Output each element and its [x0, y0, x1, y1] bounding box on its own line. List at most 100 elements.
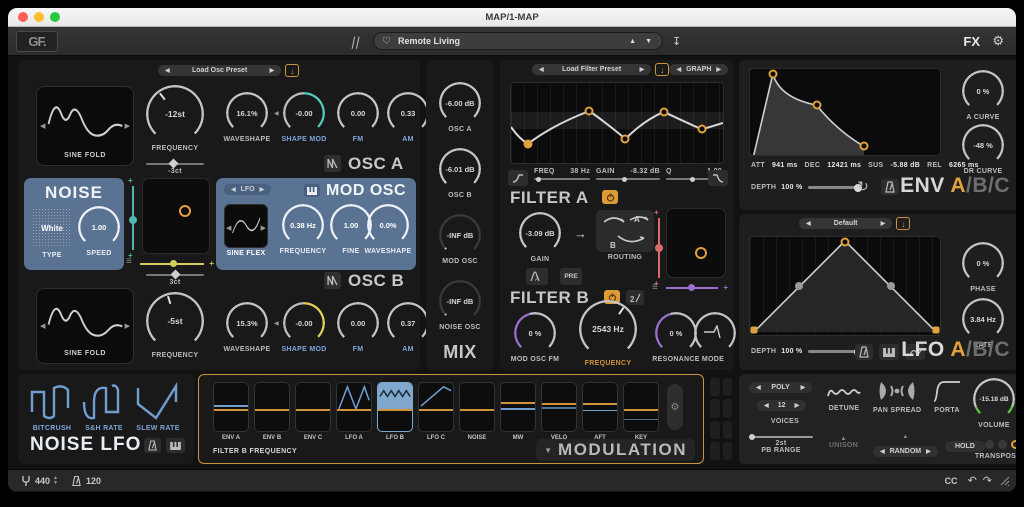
env-graph[interactable]: [749, 68, 941, 156]
osc-a-am-knob[interactable]: 0.33 AM: [384, 92, 432, 143]
transpose-dot-2[interactable]: [998, 440, 1007, 449]
mod-osc-source-selector[interactable]: ◀ LFO ▶: [224, 184, 271, 195]
volume-knob[interactable]: -15.18 dB VOLUME: [971, 378, 1016, 429]
noise-lfo-tempo-sync-icon[interactable]: [144, 438, 161, 453]
tuning-stepper-icon[interactable]: ▲▼: [53, 476, 58, 486]
graph-view-selector[interactable]: ◀ GRAPH ▶: [669, 64, 728, 75]
lfo-preset-download-icon[interactable]: ↓: [896, 217, 910, 230]
osc-a-shape-mod-knob[interactable]: -0.00 SHAPE MOD: [278, 92, 330, 143]
random-prev-icon[interactable]: ◀: [880, 448, 885, 455]
save-preset-icon[interactable]: ↧: [672, 35, 681, 48]
eq-node-4[interactable]: [659, 107, 668, 116]
env-loop-icon[interactable]: ↻: [857, 178, 869, 195]
next-osc-preset-icon[interactable]: ▶: [270, 67, 275, 74]
x-slider-handle[interactable]: [170, 260, 177, 267]
lfo-preset-selector[interactable]: ◀ Default ▶: [799, 218, 892, 229]
random-selector[interactable]: ◀ RANDOM ▶: [873, 446, 938, 457]
highpass-icon[interactable]: [508, 170, 528, 186]
osc-preset-download-icon[interactable]: ↓: [285, 64, 299, 77]
minimize-window-button[interactable]: [34, 12, 44, 22]
voices-count-selector[interactable]: ◀ 12 ▶: [757, 400, 806, 411]
mix-osc-a-knob[interactable]: -6.00 dB OSC A: [436, 82, 484, 133]
filter-preset-download-icon[interactable]: ↓: [655, 63, 669, 76]
filter-a-power-button[interactable]: [602, 190, 618, 204]
tuning-value[interactable]: 440: [35, 476, 50, 486]
osc-b-fine-slider[interactable]: 3ct: [146, 274, 204, 286]
modulation-collapse-icon[interactable]: ▼: [544, 446, 552, 455]
filter-mode-knob[interactable]: MODE: [694, 312, 732, 363]
eq-node-2[interactable]: [585, 107, 594, 116]
favorite-icon[interactable]: ♡: [382, 36, 391, 47]
env-depth-slider[interactable]: DEPTH 100 %: [751, 184, 860, 191]
pb-range-slider[interactable]: 2st PB RANGE: [749, 436, 813, 454]
detune-control[interactable]: DETUNE: [827, 384, 861, 412]
voices-next-icon[interactable]: ▶: [795, 402, 800, 409]
mod-slot-lfo-b-active[interactable]: [377, 382, 413, 432]
eq-node-5[interactable]: [697, 125, 706, 134]
env-title-bc[interactable]: /B/C: [966, 174, 1010, 197]
mod-osc-waveshape-knob[interactable]: 0.0% WAVESHAPE: [360, 204, 416, 255]
transpose-dots[interactable]: [985, 440, 1016, 449]
tempo-value[interactable]: 120: [86, 476, 101, 486]
filter-y-handle[interactable]: [655, 244, 663, 252]
filter-xy-cursor[interactable]: [695, 247, 707, 259]
redo-icon[interactable]: ↷: [983, 474, 992, 487]
modulation-header[interactable]: ▼ MODULATION: [536, 439, 695, 461]
env-tempo-sync-icon[interactable]: [881, 179, 899, 195]
env-sustain-node[interactable]: [860, 142, 869, 151]
porta-control[interactable]: PORTA: [927, 380, 967, 414]
mod-slot-lfo-c[interactable]: [418, 382, 454, 432]
mod-osc-wave-prev-icon[interactable]: ◀: [226, 224, 231, 232]
resize-grip-icon[interactable]: [1000, 476, 1010, 486]
modulation-settings-pill[interactable]: ⚙: [667, 384, 683, 430]
filter-xy-menu-icon[interactable]: ≡: [652, 282, 658, 293]
env-attack-node[interactable]: [768, 70, 777, 79]
filter-gain-knob[interactable]: -3.09 dB GAIN: [514, 212, 566, 263]
zoom-window-button[interactable]: [50, 12, 60, 22]
osc-b-wave-display[interactable]: ◀ ▶ SINE FOLD: [36, 288, 134, 364]
mod-osc-wave-next-icon[interactable]: ▶: [261, 224, 266, 232]
lfo-graph[interactable]: [749, 236, 941, 336]
pan-spread-control[interactable]: PAN SPREAD: [873, 380, 921, 414]
lfo-tempo-sync-icon[interactable]: [855, 344, 873, 360]
filter-gain-control[interactable]: GAIN-8.32 dB: [596, 168, 660, 180]
y-slider-handle[interactable]: [129, 216, 137, 224]
filter-xy-y-slider[interactable]: + +: [652, 210, 666, 286]
mod-slot-env-c[interactable]: [295, 382, 331, 432]
filter-eq-graph[interactable]: [510, 82, 724, 164]
mod-slot-mw[interactable]: [500, 382, 536, 432]
filter-preset-loader[interactable]: ◀ Load Filter Preset ▶: [532, 64, 651, 75]
settings-gear-icon[interactable]: ⚙: [992, 33, 1004, 49]
filter-freq-control[interactable]: FREQ38 Hz: [534, 168, 590, 180]
env-title-a[interactable]: A: [950, 174, 966, 197]
lfo-title-bc[interactable]: /B/C: [966, 338, 1010, 361]
graph-prev-icon[interactable]: ◀: [676, 66, 681, 73]
osc-xy-pad[interactable]: [142, 178, 210, 254]
osc-a-fm-knob[interactable]: 0.00 FM: [334, 92, 382, 143]
eq-node-1[interactable]: [523, 139, 532, 148]
mod-slot-env-b[interactable]: [254, 382, 290, 432]
slew-rate-control[interactable]: SLEW RATE: [136, 382, 180, 432]
filter-xy-x-slider[interactable]: +: [666, 282, 728, 294]
filter-pre-button[interactable]: PRE: [560, 268, 582, 285]
osc-xy-y-slider[interactable]: + +: [126, 178, 140, 258]
mod-osc-wave-display[interactable]: ◀ ▶: [224, 204, 268, 248]
mix-mod-osc-knob[interactable]: -INF dB MOD OSC: [436, 214, 484, 265]
mod-slot-noise[interactable]: [459, 382, 495, 432]
transpose-dot-1[interactable]: [985, 440, 994, 449]
mod-slot-lfo-a[interactable]: [336, 382, 372, 432]
osc-b-shape-mod-knob[interactable]: -0.00 SHAPE MOD: [278, 302, 330, 353]
lfo-node-mid2[interactable]: [887, 282, 895, 290]
osc-b-waveshape-knob[interactable]: 15.3% WAVESHAPE: [221, 302, 273, 353]
prev-osc-preset-icon[interactable]: ◀: [165, 67, 170, 74]
fx-button[interactable]: FX: [963, 34, 980, 49]
noise-type-display[interactable]: White: [32, 208, 72, 248]
osc-b-am-knob[interactable]: 0.37 AM: [384, 302, 432, 353]
mod-osc-frequency-knob[interactable]: 0.38 Hz FREQUENCY: [278, 204, 328, 255]
filter-mod-osc-fm-knob[interactable]: 0 % MOD OSC FM: [506, 312, 564, 363]
env-a-curve-knob[interactable]: 0 % A CURVE: [953, 70, 1013, 121]
osc-a-wave-display[interactable]: ◀ ▶ SINE FOLD: [36, 86, 134, 166]
env-decay-node[interactable]: [812, 101, 821, 110]
transpose-dot-3-selected[interactable]: [1011, 440, 1016, 449]
random-next-icon[interactable]: ▶: [926, 448, 931, 455]
